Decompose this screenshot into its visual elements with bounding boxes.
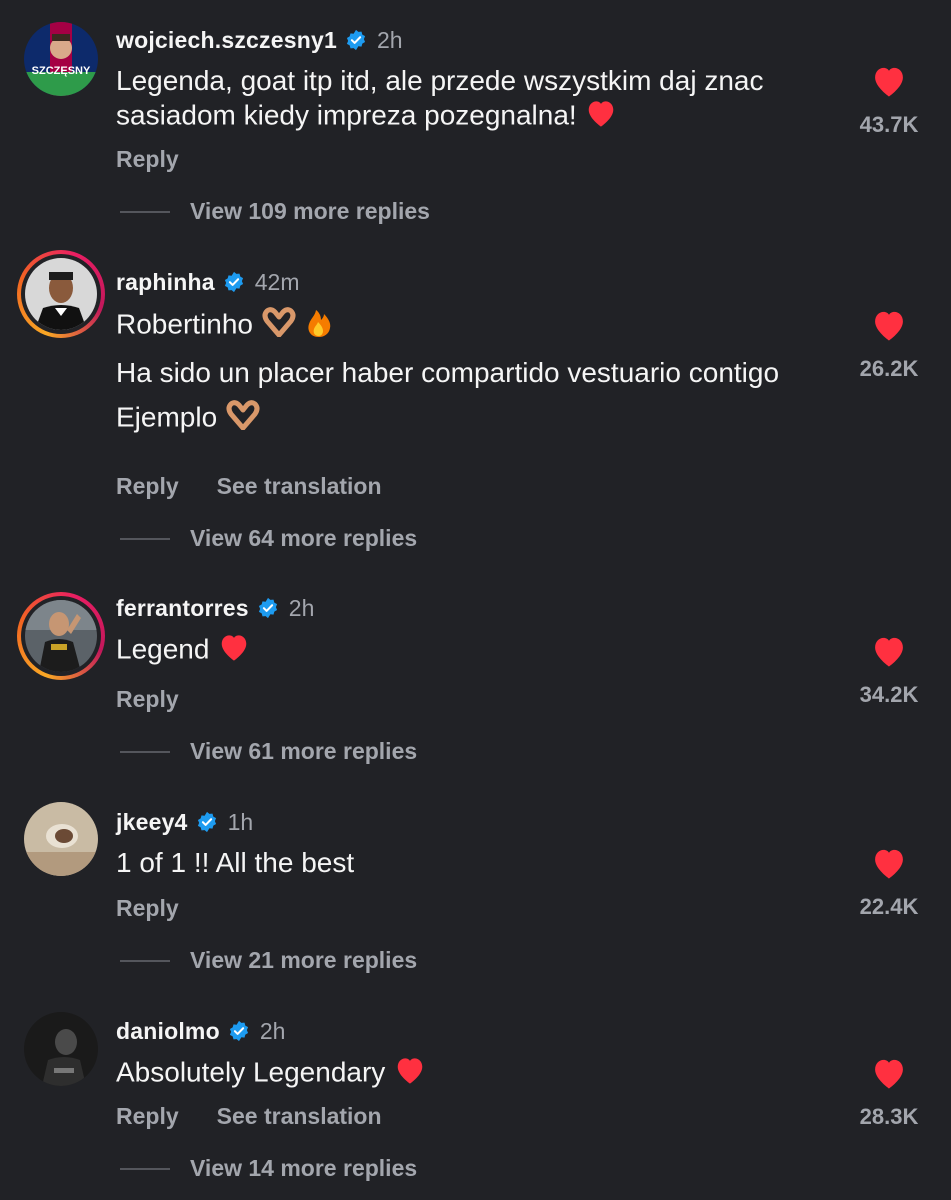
view-replies-label[interactable]: View 109 more replies: [190, 198, 430, 225]
heart-icon[interactable]: [870, 308, 908, 342]
view-replies-label[interactable]: View 21 more replies: [190, 947, 417, 974]
view-replies-button[interactable]: View 109 more replies: [120, 198, 430, 225]
heart-icon[interactable]: [870, 64, 908, 98]
avatar[interactable]: SZCZĘSNY: [24, 22, 98, 96]
like-button[interactable]: 34.2K: [856, 634, 922, 708]
timestamp: 1h: [227, 808, 254, 835]
comment-text: 1 of 1 !! All the best: [116, 846, 816, 880]
heart-hands-emoji-icon: [261, 307, 297, 345]
comment-line: Legenda, goat itp itd, ale przede wszyst…: [116, 65, 764, 131]
view-replies-button[interactable]: View 61 more replies: [120, 738, 417, 765]
timestamp: 2h: [259, 1017, 286, 1044]
like-button[interactable]: 26.2K: [856, 308, 922, 382]
comment-line: Robertinho: [116, 308, 253, 340]
comment-header: raphinha 42m: [116, 266, 299, 298]
verified-badge-icon: [346, 29, 366, 51]
like-count: 26.2K: [859, 356, 919, 381]
username[interactable]: daniolmo: [116, 1018, 220, 1045]
avatar[interactable]: [24, 802, 98, 876]
comment-actions: Reply See translation: [116, 1103, 382, 1130]
reply-button[interactable]: Reply: [116, 895, 179, 922]
verified-badge-icon: [224, 271, 243, 293]
username[interactable]: ferrantorres: [116, 595, 249, 622]
reply-button[interactable]: Reply: [116, 1103, 179, 1130]
divider: [120, 210, 170, 213]
like-count: 43.7K: [859, 112, 919, 137]
heart-icon[interactable]: [870, 1056, 908, 1090]
svg-text:SZCZĘSNY: SZCZĘSNY: [32, 65, 91, 77]
timestamp: 42m: [254, 268, 300, 295]
comment-header: ferrantorres 2h: [116, 592, 314, 624]
view-replies-button[interactable]: View 21 more replies: [120, 947, 417, 974]
divider: [120, 750, 170, 753]
verified-badge-icon: [229, 1020, 248, 1042]
view-replies-button[interactable]: View 64 more replies: [120, 525, 417, 552]
like-button[interactable]: 22.4K: [856, 846, 922, 920]
like-button[interactable]: 43.7K: [856, 64, 922, 138]
comment-actions: Reply: [116, 686, 179, 713]
comment-text: Absolutely Legendary: [116, 1055, 816, 1093]
username[interactable]: raphinha: [116, 269, 215, 296]
comment-header: daniolmo 2h: [116, 1015, 285, 1047]
verified-badge-icon: [197, 811, 216, 833]
heart-icon[interactable]: [870, 846, 908, 880]
like-count: 34.2K: [859, 682, 919, 707]
like-count: 28.3K: [859, 1104, 919, 1129]
red-heart-emoji-icon: [393, 1055, 427, 1093]
comment-text: Robertinho Ha sido un placer haber compa…: [116, 306, 796, 438]
comment-line: Absolutely Legendary: [116, 1056, 386, 1088]
like-button[interactable]: 28.3K: [856, 1056, 922, 1130]
comment-line: Ejemplo: [116, 401, 218, 433]
fire-emoji-icon: [305, 306, 333, 346]
comment-line: 1 of 1 !! All the best: [116, 847, 355, 878]
view-replies-label[interactable]: View 61 more replies: [190, 738, 417, 765]
see-translation-button[interactable]: See translation: [217, 1103, 382, 1130]
comment-text: Legend: [116, 632, 816, 670]
comment-line: Legend: [116, 633, 210, 665]
reply-button[interactable]: Reply: [116, 473, 179, 500]
like-count: 22.4K: [859, 894, 919, 919]
reply-button[interactable]: Reply: [116, 686, 179, 713]
red-heart-emoji-icon: [584, 98, 618, 136]
comment-header: wojciech.szczesny1 2h: [116, 24, 403, 56]
avatar[interactable]: [17, 592, 105, 680]
view-replies-button[interactable]: View 14 more replies: [120, 1155, 417, 1182]
heart-icon[interactable]: [870, 634, 908, 668]
comment-actions: Reply: [116, 895, 179, 922]
red-heart-emoji-icon: [217, 632, 251, 670]
timestamp: 2h: [288, 594, 315, 621]
timestamp: 2h: [376, 26, 403, 53]
divider: [120, 959, 170, 962]
see-translation-button[interactable]: See translation: [217, 473, 382, 500]
comment-line: Ha sido un placer haber compartido vestu…: [116, 357, 780, 388]
reply-button[interactable]: Reply: [116, 146, 179, 173]
username[interactable]: jkeey4: [116, 809, 188, 836]
view-replies-label[interactable]: View 14 more replies: [190, 1155, 417, 1182]
username[interactable]: wojciech.szczesny1: [116, 27, 337, 54]
comment-text: Legenda, goat itp itd, ale przede wszyst…: [116, 64, 816, 136]
divider: [120, 537, 170, 540]
avatar[interactable]: [17, 250, 105, 338]
comment-actions: Reply See translation: [116, 473, 382, 500]
avatar[interactable]: [24, 1012, 98, 1086]
comment-actions: Reply: [116, 146, 179, 173]
view-replies-label[interactable]: View 64 more replies: [190, 525, 417, 552]
heart-hands-emoji-icon: [225, 400, 261, 438]
divider: [120, 1167, 170, 1170]
comment-header: jkeey4 1h: [116, 806, 253, 838]
verified-badge-icon: [258, 597, 277, 619]
